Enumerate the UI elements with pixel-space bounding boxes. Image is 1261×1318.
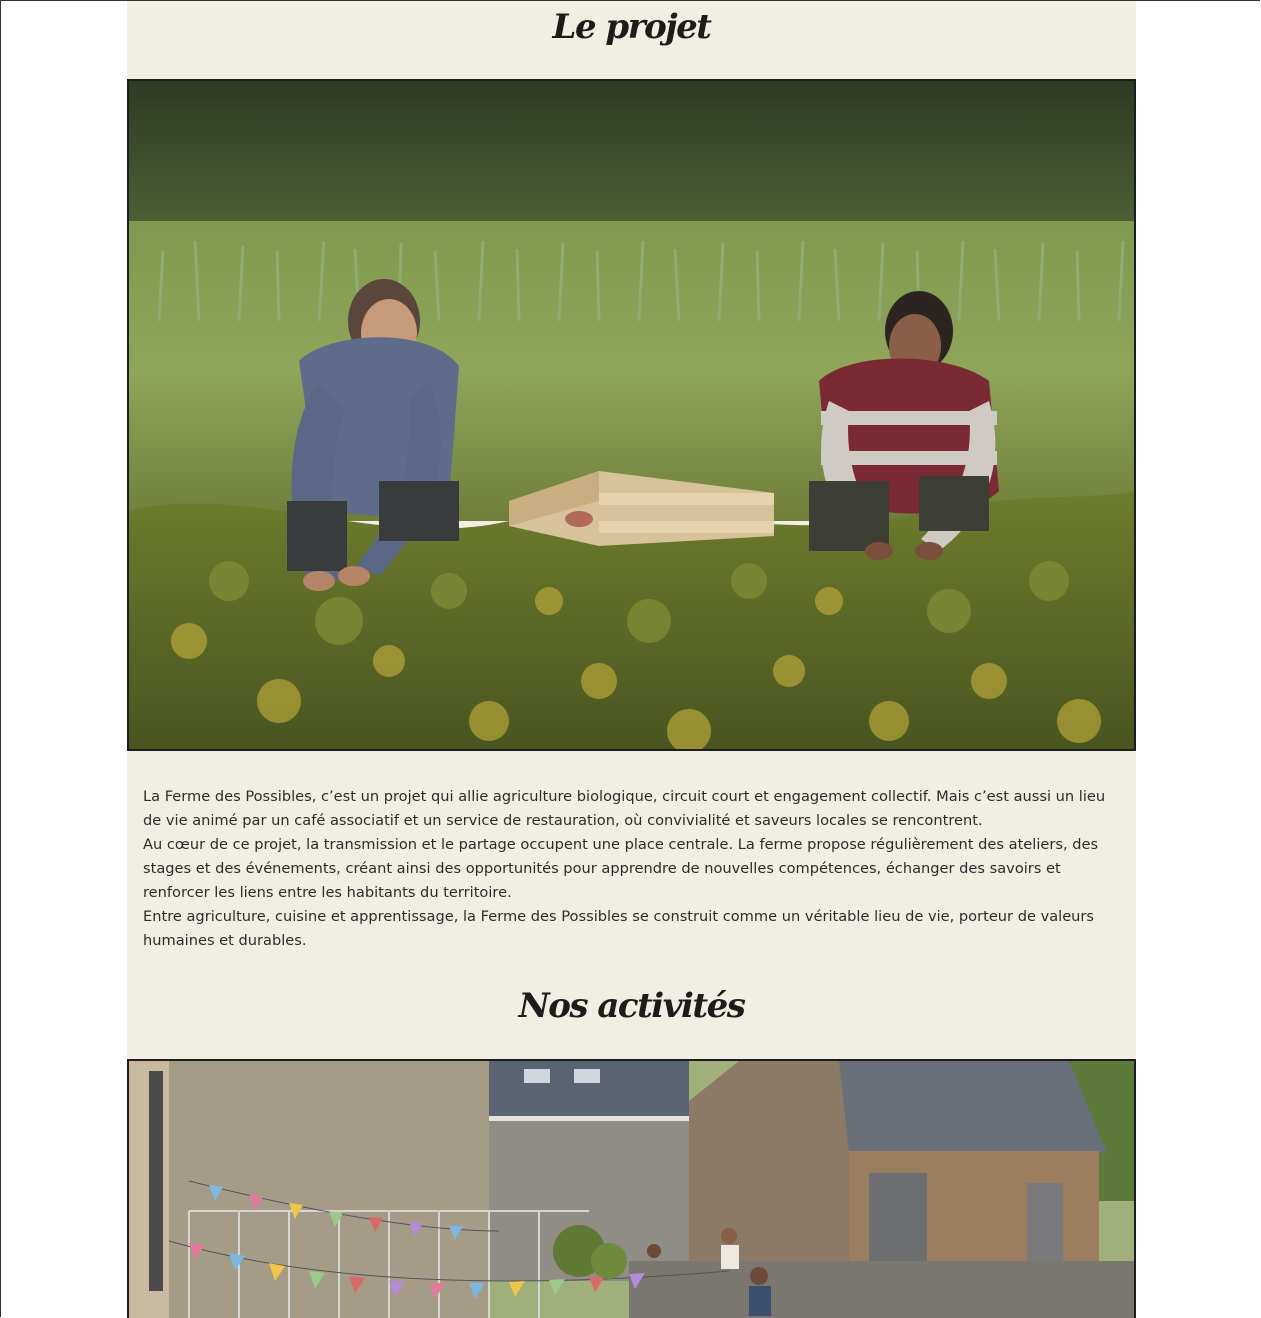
section-title-projet: Le projet bbox=[552, 7, 712, 47]
farmers-harvest-photo bbox=[127, 79, 1136, 751]
project-paragraph: La Ferme des Possibles, c’est un projet … bbox=[143, 788, 1106, 829]
section-title-activites: Nos activités bbox=[518, 986, 746, 1026]
project-paragraph: Entre agriculture, cuisine et apprentiss… bbox=[143, 908, 1095, 949]
farm-courtyard-photo bbox=[127, 1059, 1136, 1318]
main-content-column: Le projet La Ferme des Possibles, c’est … bbox=[127, 1, 1136, 1318]
project-paragraph: Au cœur de ce projet, la transmission et… bbox=[143, 836, 1099, 901]
project-description: La Ferme des Possibles, c’est un projet … bbox=[143, 785, 1123, 953]
